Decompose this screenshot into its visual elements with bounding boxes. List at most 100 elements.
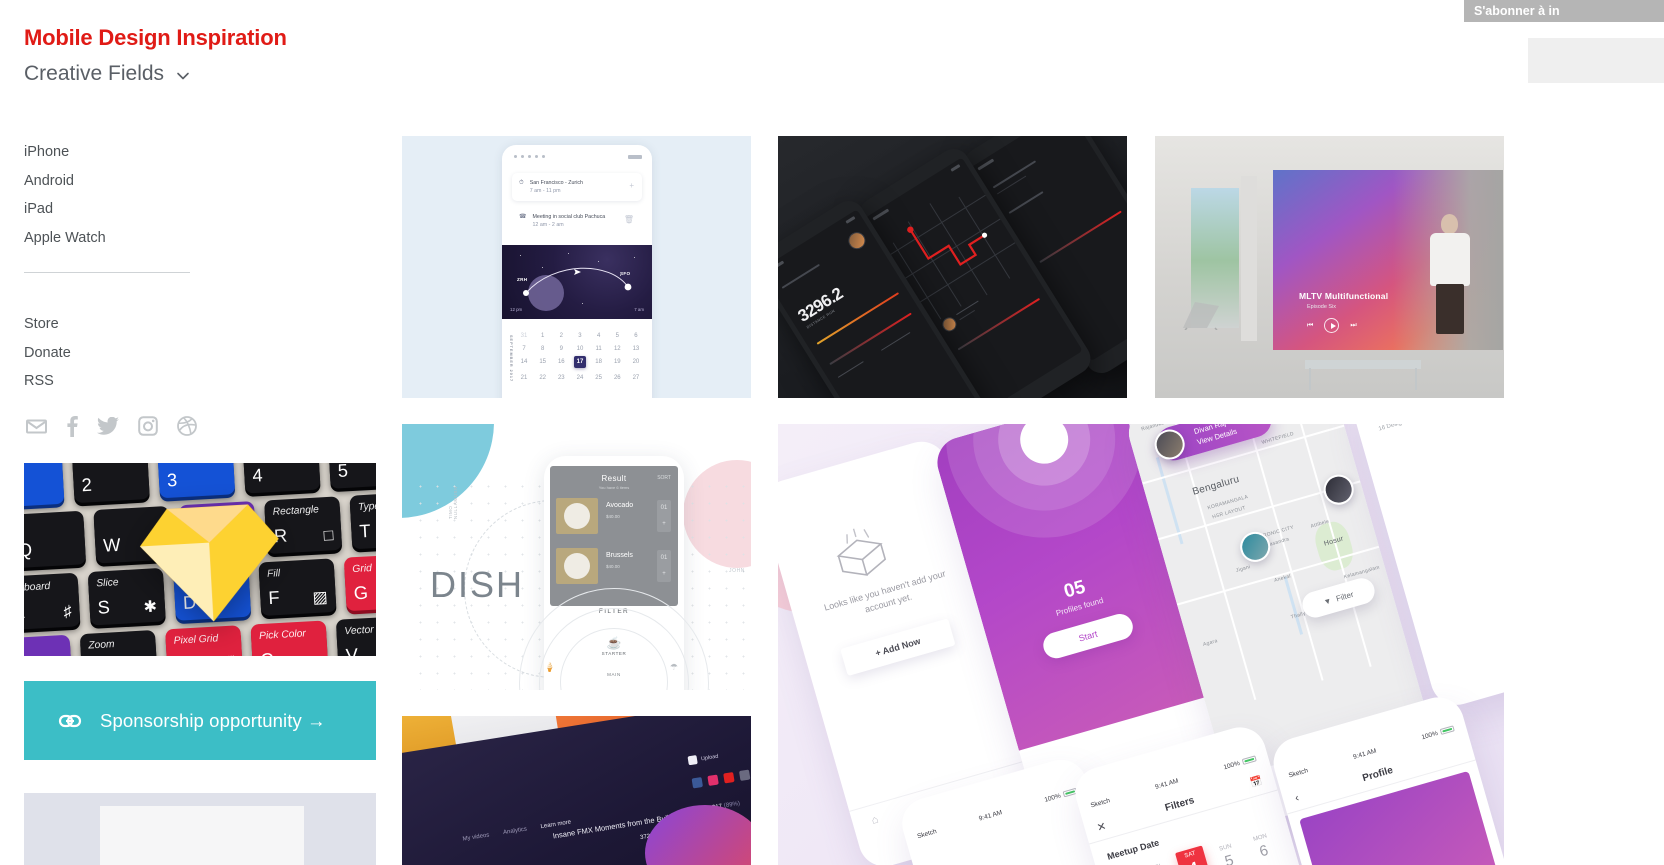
thumbnail-card-laptop-video[interactable]: Upload My videos Analytics Learn more In… xyxy=(402,716,751,865)
playback-controls[interactable]: ⏮ ⏭ xyxy=(1307,318,1357,333)
keyboard-key-pick-color: Pick ColorC✒ xyxy=(250,620,329,656)
chevron-left-icon[interactable]: ‹ xyxy=(1293,791,1300,804)
add-now-button[interactable]: + Add Now xyxy=(840,618,956,677)
event-time: 7 am - 11 pm xyxy=(529,188,561,195)
flight-destination-label: SFO xyxy=(620,271,631,276)
calendar-day: 31 xyxy=(520,333,528,339)
calendar-day: 25 xyxy=(595,375,602,381)
sidebar-bottom-card[interactable] xyxy=(24,793,376,865)
vertical-label: TIMO NULLAMUSN xyxy=(448,486,458,520)
quantity-stepper[interactable]: 01 + xyxy=(657,500,671,532)
subscribe-panel[interactable] xyxy=(1528,38,1664,83)
date-num: 4 xyxy=(1178,856,1210,865)
calendar-day: 2 xyxy=(559,333,563,339)
calendar-day: 14 xyxy=(520,359,528,365)
account-label: Upload xyxy=(700,753,719,762)
dish-price: $40.00 xyxy=(606,564,620,569)
sketch-keyboard-promo[interactable]: 1 2 3 4 5 6 Q W ExportE⇧ RectangleR□ xyxy=(24,463,376,656)
play-icon[interactable] xyxy=(1324,318,1340,333)
email-icon[interactable] xyxy=(26,418,47,434)
calendar-day: 12 xyxy=(613,346,621,352)
sidebar-item-store[interactable]: Store xyxy=(24,310,254,339)
coffee-icon: ☕ xyxy=(606,636,622,650)
keyboard-key-artboard: ArtboardA♯ xyxy=(24,572,81,631)
date-option[interactable]: SUN 5 xyxy=(1211,841,1245,865)
keyboard-key-type: TypeTT xyxy=(349,491,376,550)
sponsorship-banner[interactable]: Sponsorship opportunity → xyxy=(24,681,376,760)
flight-start-time: 12 pm xyxy=(510,307,523,312)
list-item: Brussels $40.00 01 + xyxy=(556,548,673,588)
thumbnail-card-dark-fitness[interactable]: 3296.2 DISTANCE RUN xyxy=(778,136,1127,398)
sidebar-item-android[interactable]: Android xyxy=(24,167,254,196)
filter-button[interactable]: ▼ Filter xyxy=(1299,575,1378,621)
home-icon[interactable]: ⌂ xyxy=(870,813,880,826)
list-item: Avocado $40.00 01 + xyxy=(556,498,673,538)
thumbnail-card-purple-profiles[interactable]: Looks like you haven't add your account … xyxy=(778,424,1504,865)
thumbnail-card-mltv[interactable]: MLTV Multifunctional Episode Six ⏮ ⏭ xyxy=(1155,136,1504,398)
sidebar: Mobile Design Inspiration Creative Field… xyxy=(0,0,400,865)
thumbnail-grid: ⏱ San Francisco - Zurich 7 am - 11 pm + … xyxy=(402,136,1664,865)
wheel-option-main[interactable]: MAIN xyxy=(607,672,621,677)
sidebar-item-iphone[interactable]: iPhone xyxy=(24,138,254,167)
quantity-stepper[interactable]: 01 + xyxy=(657,550,671,582)
date-option-selected[interactable]: SAT 4 xyxy=(1175,845,1211,865)
keyboard-key-zoom: ZoomZ⚲ xyxy=(79,629,158,656)
thumbnail-card-travel-calendar[interactable]: ⏱ San Francisco - Zurich 7 am - 11 pm + … xyxy=(402,136,751,398)
event-row: ☎ Meeting in social club Pachuca 12 am -… xyxy=(512,207,642,235)
keyboard-key: 5 xyxy=(327,463,376,489)
sidebar-item-ipad[interactable]: iPad xyxy=(24,195,254,224)
dribbble-icon[interactable] xyxy=(177,416,197,436)
sort-button[interactable]: SORT xyxy=(657,475,671,481)
secondary-nav: Store Donate RSS xyxy=(24,310,254,396)
keyboard-key: 4 xyxy=(242,463,321,494)
room-photo: MLTV Multifunctional Episode Six ⏮ ⏭ xyxy=(1155,136,1504,398)
funnel-icon: ▼ xyxy=(1322,595,1333,607)
result-screen: Result You have 6 items SORT Avocado $40… xyxy=(550,466,678,606)
dish-name: Brussels xyxy=(606,552,633,559)
carrier-label: Sketch xyxy=(916,827,938,840)
calendar-day: 19 xyxy=(613,359,621,365)
avatar[interactable] xyxy=(1320,471,1358,509)
flight-path-visual: ZRH SFO 12 pm 7 am xyxy=(502,245,652,319)
battery-percent: 100% xyxy=(1222,759,1241,771)
battery-icon xyxy=(1241,755,1257,765)
date-option[interactable]: MON 6 xyxy=(1246,831,1280,863)
sidebar-item-donate[interactable]: Donate xyxy=(24,339,254,368)
filter-wheel: ☕ STARTER 🍦 ☂ Ⓢ 🍴 MAIN OK xyxy=(519,588,709,690)
table-leg xyxy=(1415,368,1417,390)
social-links xyxy=(26,415,197,437)
thumbnail-card-dish[interactable]: TIMO NULLAMUSN JOHN DISH Result You have … xyxy=(402,424,751,690)
subscribe-button[interactable]: S'abonner à in xyxy=(1464,0,1664,22)
facebook-icon[interactable] xyxy=(66,415,78,437)
plus-icon: + xyxy=(629,181,634,190)
right-label: JOHN xyxy=(728,568,745,574)
dish-price: $40.00 xyxy=(606,514,620,519)
next-icon[interactable]: ⏭ xyxy=(1350,322,1356,330)
sidebar-item-apple-watch[interactable]: Apple Watch xyxy=(24,224,254,253)
calendar-week: 7 8 9 10 11 12 13 xyxy=(518,346,642,352)
instagram-icon[interactable] xyxy=(138,416,158,436)
calendar-icon[interactable]: 📅 xyxy=(1249,776,1264,790)
table-shape xyxy=(1305,360,1421,369)
platform-nav: iPhone Android iPad Apple Watch xyxy=(24,138,254,252)
close-icon[interactable]: ✕ xyxy=(1095,819,1108,834)
carrier-label: Sketch xyxy=(1287,766,1309,779)
screen-line xyxy=(837,361,864,379)
calendar-week: 14 15 16 17 18 19 20 xyxy=(518,356,642,368)
flight-end-time: 7 am xyxy=(634,307,644,312)
sidebar-item-rss[interactable]: RSS xyxy=(24,367,254,396)
keyboard-key: Q xyxy=(24,510,87,569)
event-title: San Francisco - Zurich xyxy=(529,180,583,186)
battery-indicator: 100% xyxy=(1044,787,1078,803)
creative-fields-dropdown[interactable]: Creative Fields xyxy=(24,62,191,86)
calendar-day: 22 xyxy=(539,375,546,381)
dish-cover-icon: ☂ xyxy=(669,662,678,672)
status-time: 9:41 AM xyxy=(1154,777,1180,791)
wheel-selected-option[interactable]: ☕ STARTER xyxy=(602,636,627,656)
twitter-icon[interactable] xyxy=(97,417,119,435)
date-option[interactable]: FRI 3 xyxy=(1142,861,1176,865)
prev-icon[interactable]: ⏮ xyxy=(1307,322,1313,330)
calendar-day-selected: 17 xyxy=(573,356,586,368)
page-root: Mobile Design Inspiration Creative Field… xyxy=(0,0,1664,865)
calendar-day: 27 xyxy=(632,375,640,381)
